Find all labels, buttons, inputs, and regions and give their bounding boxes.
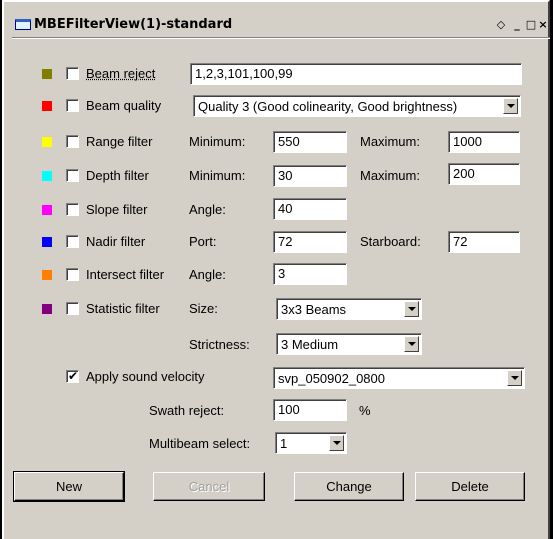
depth-minimum-input[interactable]: 30 xyxy=(273,165,347,187)
range-minimum-label: Minimum: xyxy=(189,134,246,149)
statistic-size-select[interactable]: 3x3 Beams xyxy=(276,298,422,320)
beam-reject-checkbox[interactable] xyxy=(66,67,79,80)
intersect-angle-label: Angle: xyxy=(189,267,226,282)
beam-quality-checkbox[interactable] xyxy=(66,99,79,112)
range-filter-color-swatch xyxy=(42,137,52,147)
statistic-filter-label: Statistic filter xyxy=(86,301,160,316)
range-maximum-label: Maximum: xyxy=(360,134,420,149)
change-button[interactable]: Change xyxy=(294,472,404,501)
nadir-filter-color-swatch xyxy=(42,237,52,247)
multibeam-select-label: Multibeam select: xyxy=(149,436,251,451)
statistic-size-value: 3x3 Beams xyxy=(281,302,347,317)
statistic-filter-checkbox[interactable] xyxy=(66,302,79,315)
statistic-strictness-select[interactable]: 3 Medium xyxy=(276,333,422,355)
depth-maximum-input[interactable]: 200 xyxy=(448,163,520,185)
beam-reject-input[interactable]: 1,2,3,101,100,99 xyxy=(190,63,522,85)
depth-filter-checkbox[interactable] xyxy=(66,169,79,182)
new-button[interactable]: New xyxy=(13,471,125,502)
statistic-filter-color-swatch xyxy=(42,304,52,314)
slope-angle-label: Angle: xyxy=(189,202,226,217)
beam-quality-label: Beam quality xyxy=(86,98,162,113)
checkmark-icon: ✔ xyxy=(68,369,79,383)
depth-filter-label: Depth filter xyxy=(86,168,149,183)
depth-maximum-label: Maximum: xyxy=(360,168,420,183)
nadir-starboard-label: Starboard: xyxy=(360,234,421,249)
nadir-filter-checkbox[interactable] xyxy=(66,235,79,248)
beam-reject-color-swatch xyxy=(42,69,52,79)
minimize-icon[interactable]: _ xyxy=(510,17,524,33)
nadir-filter-label: Nadir filter xyxy=(86,234,146,249)
slope-filter-label: Slope filter xyxy=(86,202,148,217)
statistic-strictness-value: 3 Medium xyxy=(281,337,339,352)
chevron-down-icon[interactable] xyxy=(507,370,522,386)
depth-filter-color-swatch xyxy=(42,171,52,181)
title-bar[interactable]: MBEFilterView(1)-standard ◇ _ □ × xyxy=(6,14,548,36)
swath-reject-unit: % xyxy=(359,403,371,418)
filter-window: MBEFilterView(1)-standard ◇ _ □ × Beam r… xyxy=(2,0,550,539)
close-icon[interactable]: × xyxy=(538,17,548,33)
intersect-angle-input[interactable]: 3 xyxy=(273,263,347,285)
range-maximum-input[interactable]: 1000 xyxy=(448,131,520,153)
beam-reject-label: Beam reject xyxy=(86,66,156,81)
statistic-size-label: Size: xyxy=(189,301,218,316)
slope-angle-input[interactable]: 40 xyxy=(273,198,347,220)
nadir-starboard-input[interactable]: 72 xyxy=(448,231,520,253)
window-icon xyxy=(15,19,31,30)
window-title: MBEFilterView(1)-standard xyxy=(34,17,233,32)
sound-velocity-select[interactable]: svp_050902_0800 xyxy=(273,367,525,389)
maximize-icon[interactable]: □ xyxy=(524,17,538,33)
chevron-down-icon[interactable] xyxy=(404,301,419,317)
chevron-down-icon[interactable] xyxy=(503,98,518,114)
range-filter-checkbox[interactable] xyxy=(66,135,79,148)
depth-minimum-label: Minimum: xyxy=(189,168,246,183)
slope-filter-color-swatch xyxy=(42,205,52,215)
beam-quality-value: Quality 3 (Good colinearity, Good bright… xyxy=(198,99,458,114)
chevron-down-icon[interactable] xyxy=(329,435,344,451)
nadir-port-input[interactable]: 72 xyxy=(273,231,347,253)
beam-quality-color-swatch xyxy=(42,101,52,111)
title-divider xyxy=(12,37,550,39)
multibeam-select-value: 1 xyxy=(280,436,288,451)
restore-icon[interactable]: ◇ xyxy=(494,17,508,33)
swath-reject-label: Swath reject: xyxy=(149,403,225,418)
intersect-filter-color-swatch xyxy=(42,270,52,280)
sound-velocity-value: svp_050902_0800 xyxy=(278,371,385,386)
slope-filter-checkbox[interactable] xyxy=(66,203,79,216)
delete-button[interactable]: Delete xyxy=(415,472,525,501)
chevron-down-icon[interactable] xyxy=(404,336,419,352)
intersect-filter-label: Intersect filter xyxy=(86,267,165,282)
beam-quality-select[interactable]: Quality 3 (Good colinearity, Good bright… xyxy=(193,95,521,117)
swath-reject-input[interactable]: 100 xyxy=(273,399,347,421)
statistic-strictness-label: Strictness: xyxy=(189,337,250,352)
cancel-button[interactable]: Cancel xyxy=(153,472,265,501)
range-minimum-input[interactable]: 550 xyxy=(273,131,347,153)
apply-sound-velocity-checkbox[interactable]: ✔ xyxy=(66,369,79,383)
apply-sound-velocity-label: Apply sound velocity xyxy=(86,369,205,384)
multibeam-select[interactable]: 1 xyxy=(275,432,347,454)
nadir-port-label: Port: xyxy=(189,234,217,249)
range-filter-label: Range filter xyxy=(86,134,153,149)
intersect-filter-checkbox[interactable] xyxy=(66,268,79,281)
